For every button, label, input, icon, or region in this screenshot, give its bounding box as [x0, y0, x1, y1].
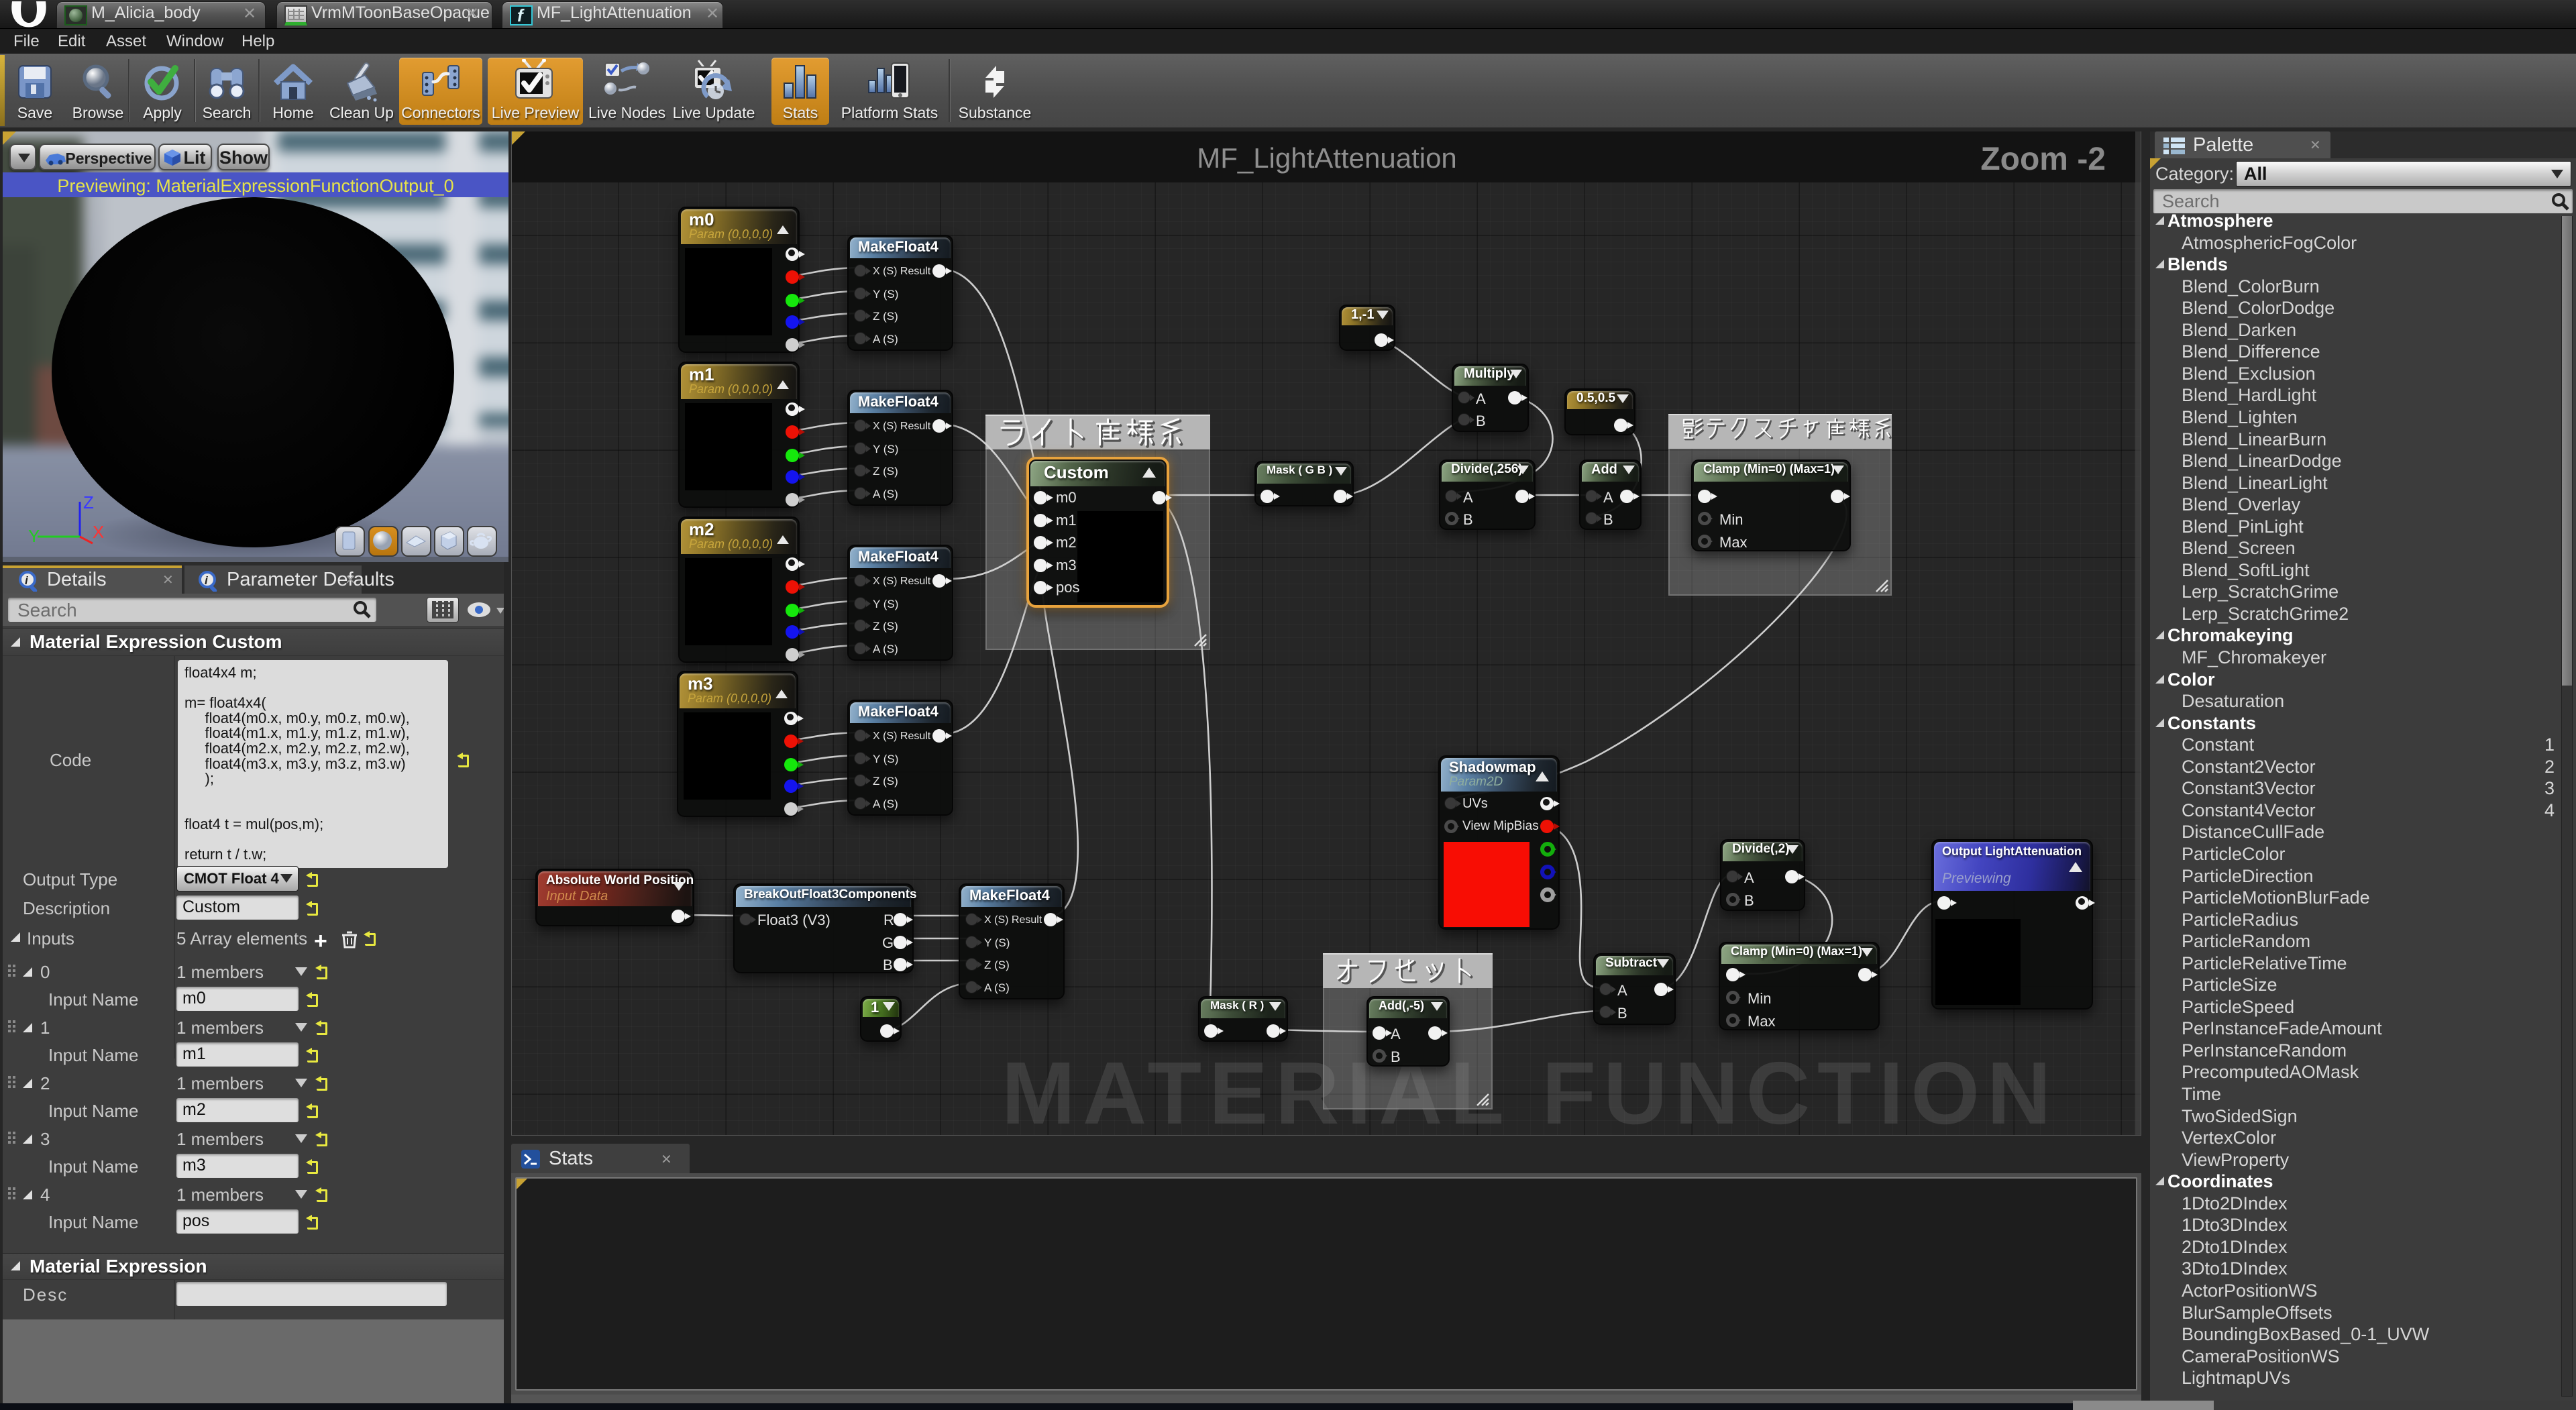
svg-text:Z: Z: [83, 494, 94, 512]
svg-text:Y: Y: [28, 526, 40, 546]
svg-text:X: X: [93, 522, 103, 542]
